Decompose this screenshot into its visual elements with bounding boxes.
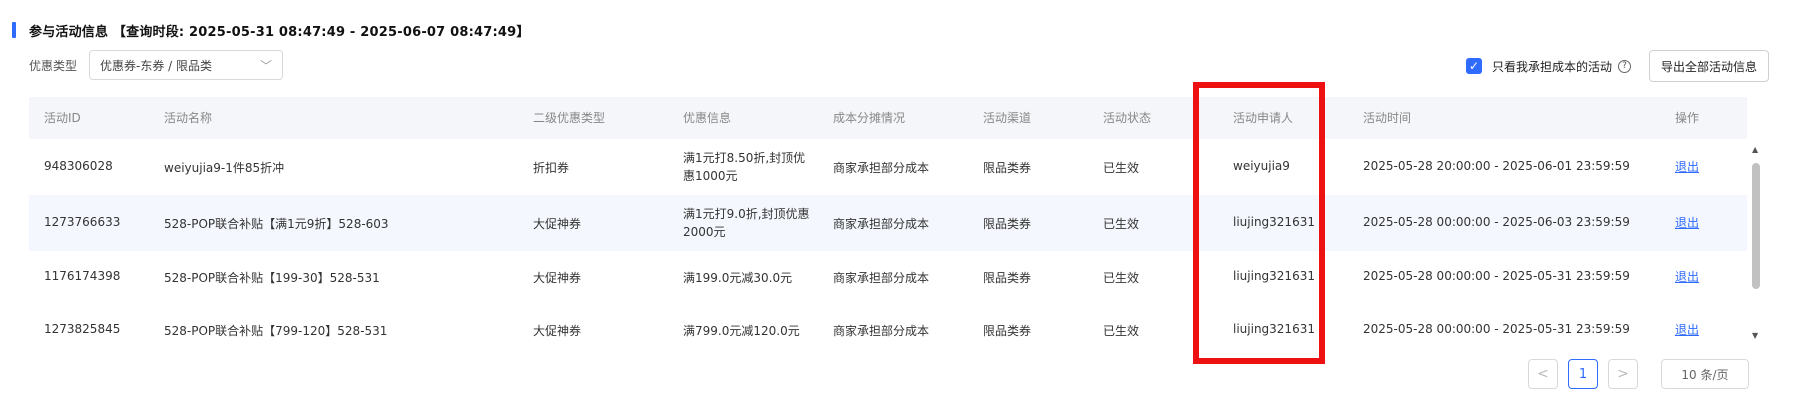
header-discount-info: 优惠信息 — [683, 111, 732, 125]
header-secondary-type: 二级优惠类型 — [533, 111, 606, 125]
cell-activity-id: 948306028 — [44, 159, 113, 173]
applicant-column-highlight — [1193, 82, 1325, 364]
filter-label: 优惠类型 — [29, 58, 78, 73]
discount-type-filter: 优惠类型 优惠券-东券 / 限品类 ﹀ — [29, 50, 284, 80]
cell-channel: 限品类券 — [983, 161, 1032, 175]
activity-panel: 参与活动信息 【查询时段: 2025-05-31 08:47:49 - 2025… — [0, 0, 1799, 404]
cell-discount-info: 满1元打8.50折,封顶优惠1000元 — [683, 151, 806, 183]
table-scrollbar[interactable]: ▲ ▼ — [1751, 145, 1761, 340]
header-activity-id: 活动ID — [44, 111, 81, 125]
table-header: 活动ID 活动名称 二级优惠类型 优惠信息 成本分摊情况 活动渠道 活动状态 活… — [29, 97, 1747, 140]
cell-secondary-type: 大促神券 — [533, 324, 582, 338]
cell-activity-name: 528-POP联合补贴【满1元9折】528-603 — [164, 217, 389, 231]
cell-status: 已生效 — [1103, 161, 1140, 175]
cell-activity-name: weiyujia9-1件85折冲 — [164, 161, 285, 175]
section-header: 参与活动信息 【查询时段: 2025-05-31 08:47:49 - 2025… — [0, 18, 530, 42]
section-title: 参与活动信息 【查询时段: 2025-05-31 08:47:49 - 2025… — [29, 24, 530, 40]
help-icon[interactable]: ? — [1617, 59, 1631, 73]
page-size-select[interactable]: 10 条/页 — [1661, 359, 1749, 389]
header-activity-name: 活动名称 — [164, 111, 213, 125]
cell-activity-id: 1273825845 — [44, 322, 121, 336]
header-channel: 活动渠道 — [983, 111, 1032, 125]
cell-activity-time: 2025-05-28 00:00:00 - 2025-06-03 23:59:5… — [1363, 215, 1630, 229]
cell-status: 已生效 — [1103, 324, 1140, 338]
cell-channel: 限品类券 — [983, 271, 1032, 285]
cell-status: 已生效 — [1103, 271, 1140, 285]
next-page-button[interactable]: > — [1608, 359, 1638, 389]
chevron-down-icon: ﹀ — [260, 58, 273, 73]
cell-activity-time: 2025-05-28 20:00:00 - 2025-06-01 23:59:5… — [1363, 159, 1630, 173]
cell-activity-id: 1176174398 — [44, 269, 121, 283]
my-cost-checkbox-label[interactable]: 只看我承担成本的活动 — [1492, 58, 1612, 75]
cell-discount-info: 满799.0元减120.0元 — [683, 324, 800, 338]
cell-cost-sharing: 商家承担部分成本 — [833, 217, 930, 231]
cell-discount-info: 满199.0元减30.0元 — [683, 271, 793, 285]
page-1-button[interactable]: 1 — [1568, 359, 1598, 389]
scrollbar-thumb[interactable] — [1752, 163, 1760, 289]
exit-link[interactable]: 退出 — [1675, 214, 1699, 231]
pagination: < 1 > 10 条/页 — [1518, 359, 1749, 389]
exit-link[interactable]: 退出 — [1675, 268, 1699, 285]
cell-activity-id: 1273766633 — [44, 215, 121, 229]
cell-activity-name: 528-POP联合补贴【799-120】528-531 — [164, 324, 388, 338]
cell-secondary-type: 折扣券 — [533, 161, 570, 175]
cell-cost-sharing: 商家承担部分成本 — [833, 271, 930, 285]
table-row: 948306028 weiyujia9-1件85折冲 折扣券 满1元打8.50折… — [29, 139, 1747, 196]
cell-discount-info: 满1元打9.0折,封顶优惠2000元 — [683, 207, 810, 239]
select-value: 优惠券-东券 / 限品类 — [100, 58, 213, 73]
cell-activity-time: 2025-05-28 00:00:00 - 2025-05-31 23:59:5… — [1363, 322, 1630, 336]
my-cost-checkbox[interactable]: ✓ — [1465, 58, 1482, 74]
cell-activity-time: 2025-05-28 00:00:00 - 2025-05-31 23:59:5… — [1363, 269, 1630, 283]
header-cost-sharing: 成本分摊情况 — [833, 111, 906, 125]
cell-cost-sharing: 商家承担部分成本 — [833, 324, 930, 338]
cell-activity-name: 528-POP联合补贴【199-30】528-531 — [164, 271, 380, 285]
scroll-up-icon[interactable]: ▲ — [1752, 145, 1758, 154]
activity-table: 活动ID 活动名称 二级优惠类型 优惠信息 成本分摊情况 活动渠道 活动状态 活… — [29, 97, 1747, 347]
cell-channel: 限品类券 — [983, 324, 1032, 338]
cell-status: 已生效 — [1103, 217, 1140, 231]
header-status: 活动状态 — [1103, 111, 1152, 125]
table-row: 1273766633 528-POP联合补贴【满1元9折】528-603 大促神… — [29, 195, 1747, 252]
export-all-button[interactable]: 导出全部活动信息 — [1648, 50, 1769, 82]
header-action: 操作 — [1675, 111, 1700, 125]
cell-secondary-type: 大促神券 — [533, 217, 582, 231]
discount-type-select[interactable]: 优惠券-东券 / 限品类 ﹀ — [89, 50, 284, 80]
table-row: 1176174398 528-POP联合补贴【199-30】528-531 大促… — [29, 251, 1747, 305]
table-row: 1273825845 528-POP联合补贴【799-120】528-531 大… — [29, 304, 1747, 347]
exit-link[interactable]: 退出 — [1675, 321, 1699, 338]
prev-page-button[interactable]: < — [1528, 359, 1558, 389]
section-accent-bar — [12, 22, 16, 38]
scroll-down-icon[interactable]: ▼ — [1752, 331, 1758, 340]
cell-secondary-type: 大促神券 — [533, 271, 582, 285]
exit-link[interactable]: 退出 — [1675, 158, 1699, 175]
cell-cost-sharing: 商家承担部分成本 — [833, 161, 930, 175]
header-activity-time: 活动时间 — [1363, 111, 1412, 125]
right-controls: ✓ 只看我承担成本的活动 ? 导出全部活动信息 — [1465, 50, 1769, 82]
cell-channel: 限品类券 — [983, 217, 1032, 231]
